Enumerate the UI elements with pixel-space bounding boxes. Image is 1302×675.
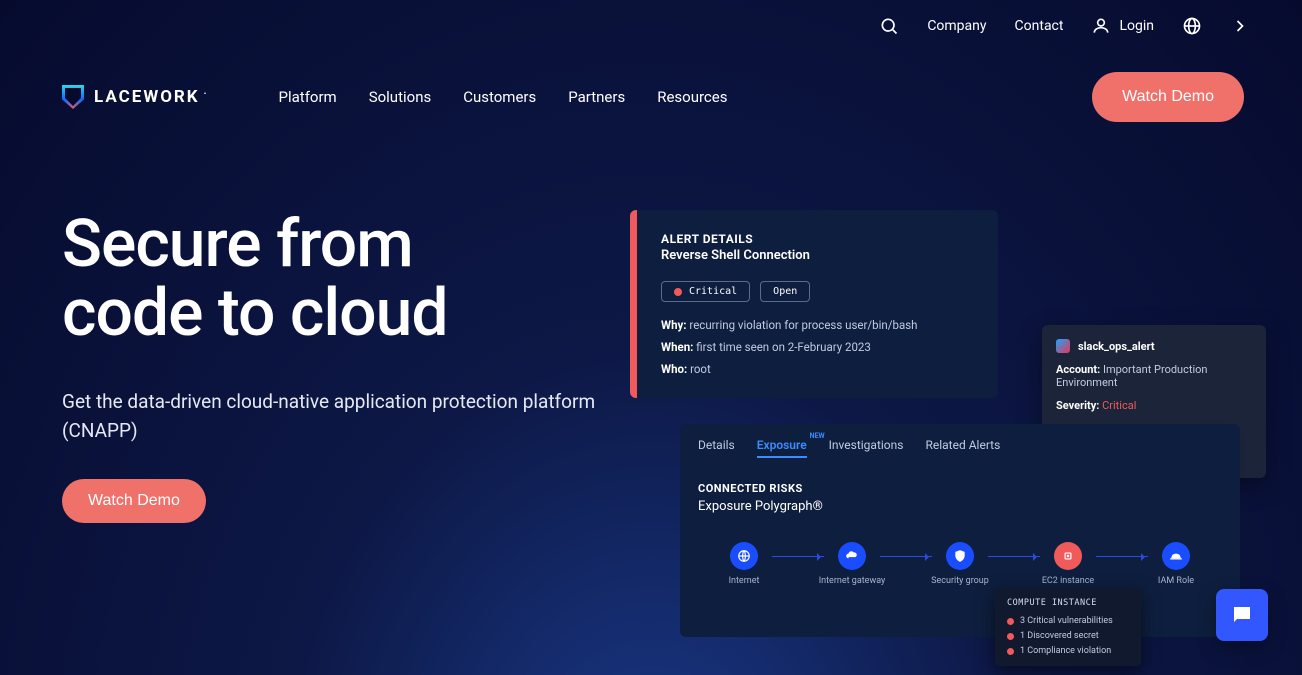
- alert-name: Reverse Shell Connection: [661, 248, 974, 263]
- compute-instance-tooltip: COMPUTE INSTANCE 3 Critical vulnerabilit…: [995, 588, 1141, 666]
- new-badge: NEW: [810, 432, 825, 440]
- hero-title: Secure from code to cloud: [62, 210, 602, 349]
- slack-app-icon: [1056, 339, 1070, 353]
- nav-customers[interactable]: Customers: [463, 88, 536, 106]
- logo-shield-icon: [62, 85, 84, 109]
- cloud-icon: [838, 542, 866, 570]
- hero-subtitle: Get the data-driven cloud-native applica…: [62, 387, 602, 446]
- search-icon[interactable]: [879, 16, 899, 36]
- nav-platform[interactable]: Platform: [279, 88, 337, 106]
- compute-line: 1 Discovered secret: [1007, 631, 1129, 641]
- alert-details-card: ALERT DETAILS Reverse Shell Connection C…: [630, 210, 998, 398]
- slack-account: Account: Important Production Environmen…: [1056, 363, 1252, 389]
- topbar-login[interactable]: Login: [1091, 16, 1154, 36]
- node-security-group[interactable]: Security group: [914, 542, 1006, 587]
- node-gateway[interactable]: Internet gateway: [806, 542, 898, 587]
- node-internet[interactable]: Internet: [698, 542, 790, 587]
- language-icon[interactable]: [1182, 16, 1202, 36]
- dot-icon: [1007, 648, 1014, 655]
- watch-demo-button-hero[interactable]: Watch Demo: [62, 479, 206, 523]
- slack-severity: Severity: Critical: [1056, 399, 1252, 412]
- alert-when: When: first time seen on 2-February 2023: [661, 340, 974, 354]
- severity-badge: Critical: [661, 281, 750, 302]
- user-icon: [1091, 16, 1111, 36]
- chevron-right-icon[interactable]: [1230, 16, 1250, 36]
- tab-related-alerts[interactable]: Related Alerts: [925, 438, 1000, 458]
- exposure-polygraph-label: Exposure Polygraph®: [698, 499, 1222, 514]
- shield-icon: [946, 542, 974, 570]
- alert-why: Why: recurring violation for process use…: [661, 318, 974, 332]
- globe-icon: [730, 542, 758, 570]
- topbar-contact[interactable]: Contact: [1015, 18, 1064, 34]
- chat-icon: [1230, 603, 1254, 627]
- compute-line: 1 Compliance violation: [1007, 646, 1129, 656]
- hardhat-icon: [1162, 542, 1190, 570]
- status-badge: Open: [760, 281, 810, 302]
- node-ec2[interactable]: EC2 instance: [1022, 542, 1114, 587]
- tab-details[interactable]: Details: [698, 438, 735, 458]
- tab-exposure[interactable]: Exposure NEW: [757, 438, 807, 458]
- compute-line: 3 Critical vulnerabilities: [1007, 616, 1129, 626]
- node-iam[interactable]: IAM Role: [1130, 542, 1222, 587]
- alert-who: Who: root: [661, 362, 974, 376]
- cpu-icon: [1054, 542, 1082, 570]
- compute-title: COMPUTE INSTANCE: [1007, 598, 1129, 608]
- logo[interactable]: LACEWORK.: [62, 85, 215, 109]
- topbar-company[interactable]: Company: [927, 18, 986, 34]
- nav-partners[interactable]: Partners: [568, 88, 625, 106]
- nav-resources[interactable]: Resources: [657, 88, 727, 106]
- exposure-panel: Details Exposure NEW Investigations Rela…: [680, 424, 1240, 637]
- alert-header: ALERT DETAILS: [661, 232, 974, 246]
- slack-channel: slack_ops_alert: [1078, 340, 1155, 353]
- nav-solutions[interactable]: Solutions: [369, 88, 432, 106]
- logo-text: LACEWORK: [94, 87, 200, 107]
- login-label: Login: [1119, 18, 1154, 34]
- chat-button[interactable]: [1216, 589, 1268, 641]
- dot-icon: [1007, 618, 1014, 625]
- dot-icon: [674, 288, 682, 296]
- connected-risks-title: CONNECTED RISKS: [698, 482, 1222, 495]
- watch-demo-button-header[interactable]: Watch Demo: [1092, 72, 1244, 122]
- dot-icon: [1007, 633, 1014, 640]
- tab-investigations[interactable]: Investigations: [829, 438, 904, 458]
